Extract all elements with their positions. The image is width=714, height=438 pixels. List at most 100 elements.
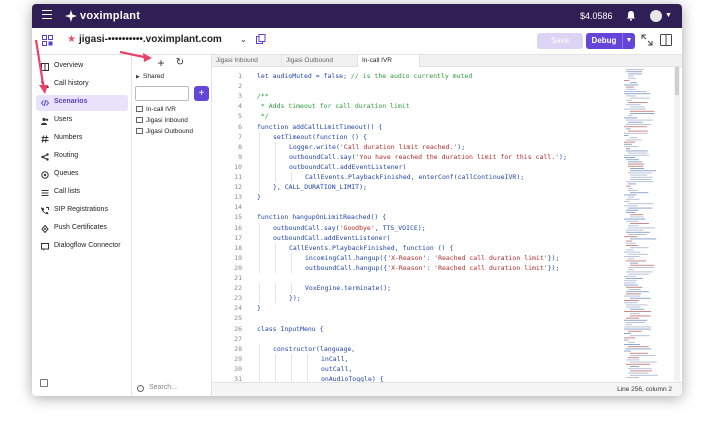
sidebar-item-overview[interactable]: Overview xyxy=(36,59,128,75)
tab-in-call-ivr[interactable]: In-call IVR xyxy=(358,55,420,67)
line-number: 3 xyxy=(238,92,242,101)
account-balance[interactable]: $4.0586 xyxy=(580,11,613,21)
code-line[interactable]: 14 xyxy=(212,202,622,212)
sidebar-item-dialogflow-connector[interactable]: Dialogflow Connector xyxy=(36,239,128,255)
sidebar-item-users[interactable]: Users xyxy=(36,113,128,129)
indent-guide xyxy=(259,293,260,304)
code-line[interactable]: 30 outCall, xyxy=(212,364,622,374)
numbers-icon xyxy=(41,135,49,143)
logo-text: voximplant xyxy=(80,10,141,22)
application-name[interactable]: jigasi-••••••••••.voximplant.com xyxy=(79,34,222,45)
code-line[interactable]: 12}, CALL_DURATION_LIMIT); xyxy=(212,182,622,192)
list-item[interactable]: In-call IVR xyxy=(136,106,176,116)
list-item[interactable]: Jigasi Inbound xyxy=(136,117,188,127)
code-line[interactable]: 23}); xyxy=(212,293,622,303)
folder-label: Shared xyxy=(143,73,164,80)
code-line[interactable]: 25 xyxy=(212,313,622,323)
editor-scrollbar[interactable] xyxy=(674,67,680,382)
code-line[interactable]: 3 /** xyxy=(212,91,622,101)
sidebar-item-queues[interactable]: Queues xyxy=(36,167,128,183)
code-line[interactable]: 18 CallEvents.PlaybackFinished, function … xyxy=(212,243,622,253)
add-icon[interactable]: + xyxy=(155,57,167,69)
debug-dropdown-button[interactable]: ▼ xyxy=(622,33,635,49)
line-number: 7 xyxy=(238,132,242,141)
sidebar-item-label: Dialogflow Connector xyxy=(54,242,121,249)
fullscreen-icon[interactable] xyxy=(641,34,653,46)
sidebar-item-sip-registrations[interactable]: SIP Registrations xyxy=(36,203,128,219)
sidebar-item-call-history[interactable]: Call history xyxy=(36,77,128,93)
code-line[interactable]: 10 outboundCall.addEventListener( xyxy=(212,162,622,172)
code-line[interactable]: 17 outboundCall.addEventListener( xyxy=(212,233,622,243)
code-line[interactable]: 29 inCall, xyxy=(212,354,622,364)
favorite-star-icon[interactable]: ★ xyxy=(67,34,76,45)
tab-jigasi-outbound[interactable]: Jigasi Outbound xyxy=(282,55,358,67)
code-line[interactable]: 27 xyxy=(212,334,622,344)
search-input[interactable]: Search... xyxy=(149,384,177,391)
line-number: 11 xyxy=(234,173,242,181)
list-icon xyxy=(41,190,49,196)
code-editor[interactable]: 1 let audioMuted = false; // is the audio… xyxy=(212,67,682,382)
line-number: 25 xyxy=(234,314,242,323)
new-item-input[interactable] xyxy=(135,86,189,101)
code-line[interactable]: 6 function addCallLimitTimeout() { xyxy=(212,122,622,132)
code-line[interactable]: 31 onAudioToggle) { xyxy=(212,374,622,382)
code-line[interactable]: 4 * Adds timeout for call duration limit xyxy=(212,101,622,111)
code-minimap[interactable] xyxy=(622,67,676,382)
copy-icon[interactable] xyxy=(256,34,266,44)
voximplant-logo-icon xyxy=(65,10,77,22)
code-line[interactable]: 9 outboundCall.say('You have reached the … xyxy=(212,152,622,162)
menu-icon[interactable] xyxy=(42,10,52,19)
line-number: 23 xyxy=(234,294,242,303)
tree-folder[interactable]: ▶ Shared xyxy=(136,73,164,83)
sidebar-item-push-certificates[interactable]: Push Certificates xyxy=(36,221,128,237)
code-line[interactable]: 15 function hangupOnLimitReached() { xyxy=(212,212,622,222)
scrollbar-thumb[interactable] xyxy=(675,67,679,95)
line-number: 22 xyxy=(234,284,242,293)
chevron-down-icon[interactable]: ▼ xyxy=(665,12,672,19)
refresh-icon[interactable]: ↻ xyxy=(174,57,186,69)
code-line[interactable]: 1 let audioMuted = false; // is the audio… xyxy=(212,71,622,81)
phone-icon xyxy=(41,81,49,89)
code-line[interactable]: 22 VoxEngine.terminate(); xyxy=(212,283,622,293)
code-line[interactable]: 8 Logger.write('Call duration limit reach… xyxy=(212,142,622,152)
indent-guide xyxy=(291,374,292,382)
line-number: 1 xyxy=(238,72,242,80)
code-line[interactable]: 24} xyxy=(212,303,622,313)
sidebar-item-scenarios[interactable]: Scenarios xyxy=(36,95,128,111)
code-line[interactable]: 20 outboundCall.hangup({'X-Reason': 'Reac… xyxy=(212,263,622,273)
code-line[interactable]: 5 */ xyxy=(212,111,622,121)
sidebar-item-call-lists[interactable]: Call lists xyxy=(36,185,128,201)
sidebar-item-numbers[interactable]: Numbers xyxy=(36,131,128,147)
file-label: In-call IVR xyxy=(146,106,176,113)
code-line[interactable]: 2 xyxy=(212,81,622,91)
indent-guide xyxy=(291,262,292,273)
code-line[interactable]: 13} xyxy=(212,192,622,202)
code-text: } xyxy=(257,193,261,202)
split-panel-icon[interactable] xyxy=(660,34,672,46)
file-icon xyxy=(136,106,143,112)
debug-button[interactable]: Debug xyxy=(586,33,622,49)
sidebar-item-label: Scenarios xyxy=(54,98,88,105)
code-line[interactable]: 11 CallEvents.PlaybackFinished, enterConf… xyxy=(212,172,622,182)
list-item[interactable]: Jigasi Outbound xyxy=(136,128,193,138)
collapse-sidebar-icon[interactable] xyxy=(40,379,48,387)
line-number: 12 xyxy=(234,183,242,192)
code-line[interactable]: 7 setTimeout(function () { xyxy=(212,132,622,142)
code-line[interactable]: 21 xyxy=(212,273,622,283)
code-line[interactable]: 16 outboundCall.say('Goodbye', TTS_VOICE)… xyxy=(212,223,622,233)
app-window: voximplant $4.0586 ▼ ★ jigasi-••••••••••… xyxy=(32,4,682,396)
code-line[interactable]: 26 class InputMenu { xyxy=(212,324,622,334)
chevron-down-icon[interactable]: ⌄ xyxy=(240,35,247,44)
code-line[interactable]: 19 incomingCall.hangup({'X-Reason': 'Reac… xyxy=(212,253,622,263)
sidebar-item-routing[interactable]: Routing xyxy=(36,149,128,165)
indent-guide xyxy=(259,242,260,253)
save-button[interactable]: Save xyxy=(537,33,583,49)
avatar[interactable] xyxy=(650,10,662,22)
bell-icon[interactable] xyxy=(626,10,636,21)
overview-icon xyxy=(41,63,49,71)
code-line[interactable]: 28 constructor(language, xyxy=(212,344,622,354)
indent-guide xyxy=(259,363,260,374)
tab-jigasi-inbound[interactable]: Jigasi Inbound xyxy=(212,55,282,67)
apps-grid-icon[interactable] xyxy=(42,35,53,46)
add-item-button[interactable]: + xyxy=(194,86,209,101)
